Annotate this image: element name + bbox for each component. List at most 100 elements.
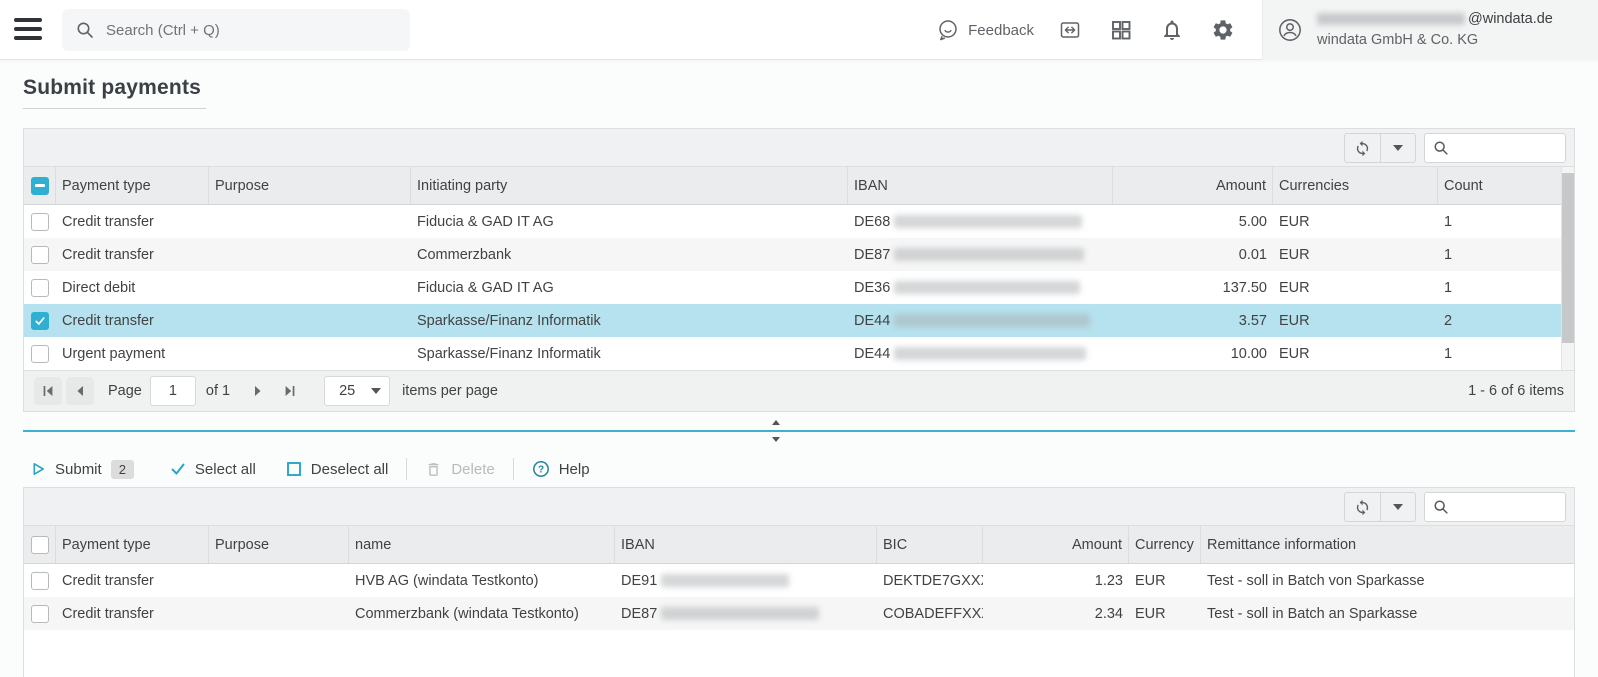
column-header[interactable]: Currencies <box>1273 167 1438 204</box>
grid-scrollbar[interactable] <box>1561 167 1574 370</box>
row-checkbox[interactable] <box>31 605 49 623</box>
splitter-handle[interactable] <box>767 420 785 442</box>
cell-currency: EUR <box>1273 304 1438 337</box>
select-all-checkbox[interactable] <box>24 526 56 563</box>
next-page-icon <box>251 384 265 398</box>
cell-amount: 3.57 <box>1113 304 1273 337</box>
settings-gear-icon[interactable] <box>1211 18 1235 42</box>
column-header[interactable]: Count <box>1438 167 1561 204</box>
table-row[interactable]: Credit transfer Fiducia & GAD IT AG DE68… <box>24 205 1561 238</box>
redacted-iban <box>894 215 1082 228</box>
refresh-icon <box>1354 140 1371 157</box>
delete-label: Delete <box>451 461 494 478</box>
scrollbar-thumb[interactable] <box>1562 173 1574 343</box>
column-header[interactable]: Purpose <box>209 167 411 204</box>
user-account-button[interactable]: @windata.de windata GmbH & Co. KG <box>1262 0 1598 60</box>
column-header[interactable]: BIC <box>877 526 983 563</box>
cell-count: 1 <box>1438 337 1561 370</box>
column-header[interactable]: Initiating party <box>411 167 848 204</box>
page-size-select[interactable]: 25 <box>324 376 390 406</box>
row-checkbox[interactable] <box>31 279 49 297</box>
pager-first-button[interactable] <box>34 377 62 405</box>
global-search[interactable] <box>62 9 410 51</box>
select-all-button[interactable]: Select all <box>170 461 256 478</box>
column-header[interactable]: Amount <box>983 526 1129 563</box>
row-checkbox[interactable] <box>31 246 49 264</box>
row-checkbox[interactable] <box>31 213 49 231</box>
toolbar-divider <box>406 458 407 480</box>
user-avatar-icon <box>1277 17 1303 43</box>
table-row[interactable]: Credit transfer HVB AG (windata Testkont… <box>24 564 1574 597</box>
refresh-options-button[interactable] <box>1380 134 1415 162</box>
redacted-iban <box>894 314 1090 327</box>
cell-amount: 10.00 <box>1113 337 1273 370</box>
column-header[interactable]: IBAN <box>615 526 877 563</box>
cell-purpose <box>209 205 411 238</box>
apps-grid-icon[interactable] <box>1109 18 1133 42</box>
page-size-value: 25 <box>339 383 355 399</box>
refresh-button[interactable] <box>1345 493 1380 521</box>
column-header[interactable]: Payment type <box>56 526 209 563</box>
cell-name: HVB AG (windata Testkonto) <box>349 564 615 597</box>
pager-last-button[interactable] <box>276 377 304 405</box>
row-checkbox-checked[interactable] <box>31 312 49 330</box>
transfer-icon[interactable] <box>1058 18 1082 42</box>
column-header[interactable]: name <box>349 526 615 563</box>
search-icon <box>1433 499 1449 515</box>
refresh-icon <box>1354 499 1371 516</box>
redacted-iban <box>661 574 789 587</box>
pager-prev-button[interactable] <box>66 377 94 405</box>
chevron-down-icon <box>371 388 381 394</box>
table-row[interactable]: Direct debit Fiducia & GAD IT AG DE36 13… <box>24 271 1561 304</box>
column-header[interactable]: Currency <box>1129 526 1201 563</box>
user-company: windata GmbH & Co. KG <box>1317 30 1553 51</box>
cell-initiating-party: Fiducia & GAD IT AG <box>411 205 848 238</box>
cell-iban: DE44 <box>848 304 1113 337</box>
cell-initiating-party: Fiducia & GAD IT AG <box>411 271 848 304</box>
feedback-button[interactable]: Feedback <box>936 18 1034 42</box>
refresh-options-button[interactable] <box>1380 493 1415 521</box>
cell-amount: 1.23 <box>983 564 1129 597</box>
grid-filter-search[interactable] <box>1424 492 1566 522</box>
column-header[interactable]: Remittance information <box>1201 526 1574 563</box>
summary-grid-toolbar <box>24 129 1574 167</box>
detail-grid-toolbar <box>24 488 1574 526</box>
column-header[interactable]: Amount <box>1113 167 1273 204</box>
help-button[interactable]: ? Help <box>532 460 590 478</box>
cell-amount: 5.00 <box>1113 205 1273 238</box>
column-header[interactable]: Purpose <box>209 526 349 563</box>
column-header[interactable]: IBAN <box>848 167 1113 204</box>
splitter-bar[interactable] <box>23 430 1575 432</box>
page-number-input[interactable] <box>150 376 196 406</box>
hamburger-menu-icon[interactable] <box>14 18 42 42</box>
refresh-split-button <box>1344 492 1416 522</box>
deselect-all-button[interactable]: Deselect all <box>286 461 389 478</box>
select-all-checkbox[interactable] <box>24 167 56 204</box>
column-header[interactable]: Payment type <box>56 167 209 204</box>
toolbar-divider <box>513 458 514 480</box>
feedback-smiley-icon <box>936 18 960 42</box>
submit-label: Submit <box>55 461 102 478</box>
cell-initiating-party: Commerzbank <box>411 238 848 271</box>
table-row[interactable]: Urgent payment Sparkasse/Finanz Informat… <box>24 337 1561 370</box>
search-input[interactable] <box>106 22 386 39</box>
pager-range-label: 1 - 6 of 6 items <box>1468 383 1564 399</box>
row-checkbox[interactable] <box>31 572 49 590</box>
redacted-iban <box>894 347 1086 360</box>
topbar-actions: Feedback <box>936 0 1598 60</box>
grid-filter-search[interactable] <box>1424 133 1566 163</box>
submit-button[interactable]: Submit 2 <box>31 460 134 479</box>
notifications-bell-icon[interactable] <box>1160 18 1184 42</box>
table-row-selected[interactable]: Credit transfer Sparkasse/Finanz Informa… <box>24 304 1561 337</box>
pager-next-button[interactable] <box>244 377 272 405</box>
table-row[interactable]: Credit transfer Commerzbank DE87 0.01 EU… <box>24 238 1561 271</box>
cell-currency: EUR <box>1129 564 1201 597</box>
cell-iban: DE87 <box>848 238 1113 271</box>
grid-filter-input[interactable] <box>1456 140 1556 156</box>
grid-filter-input[interactable] <box>1456 499 1556 515</box>
refresh-button[interactable] <box>1345 134 1380 162</box>
chevron-down-icon <box>1393 504 1403 510</box>
cell-iban: DE91 <box>615 564 877 597</box>
table-row[interactable]: Credit transfer Commerzbank (windata Tes… <box>24 597 1574 630</box>
row-checkbox[interactable] <box>31 345 49 363</box>
